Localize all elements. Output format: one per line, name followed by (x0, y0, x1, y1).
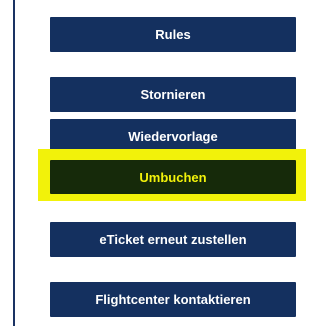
eticket-resend-button[interactable]: eTicket erneut zustellen (50, 222, 296, 257)
stornieren-button[interactable]: Stornieren (50, 77, 296, 112)
flightcenter-contact-button[interactable]: Flightcenter kontaktieren (50, 282, 296, 317)
action-panel: Rules Stornieren Wiedervorlage Umbuchen … (0, 0, 326, 326)
umbuchen-button[interactable]: Umbuchen (50, 160, 296, 194)
rules-button[interactable]: Rules (50, 17, 296, 52)
panel-left-border (13, 0, 15, 326)
